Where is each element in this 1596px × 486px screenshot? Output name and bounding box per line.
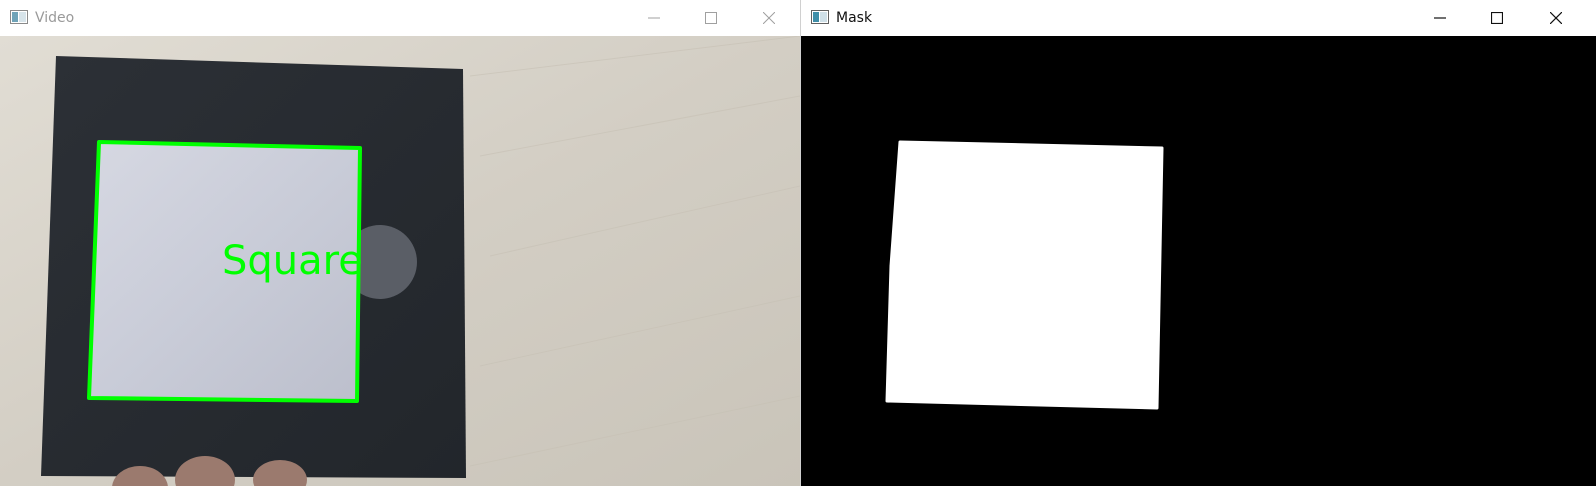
maximize-icon [1491,12,1503,24]
mask-blob [885,140,1164,410]
minimize-icon [1434,17,1446,19]
mask-window[interactable]: Mask [800,0,1596,486]
close-icon [1550,12,1562,24]
minimize-icon [648,17,660,19]
shape-label: Square [222,238,363,284]
maximize-button[interactable] [1474,0,1520,36]
close-button[interactable] [1533,0,1579,36]
maximize-icon [705,12,717,24]
window-title: Video [35,10,75,26]
minimize-button[interactable] [631,0,677,36]
video-window[interactable]: Video Square [0,0,800,486]
minimize-button[interactable] [1417,0,1463,36]
mask-frame [801,36,1596,486]
maximize-button[interactable] [688,0,734,36]
app-window-icon [811,10,829,24]
video-titlebar[interactable]: Video [0,0,800,36]
app-window-icon [10,10,28,24]
video-scene: Square [0,36,800,486]
window-title: Mask [836,10,873,26]
mask-titlebar[interactable]: Mask [801,0,1596,36]
mask-scene [801,36,1596,486]
close-button[interactable] [746,0,792,36]
close-icon [763,12,775,24]
video-frame: Square [0,36,800,486]
